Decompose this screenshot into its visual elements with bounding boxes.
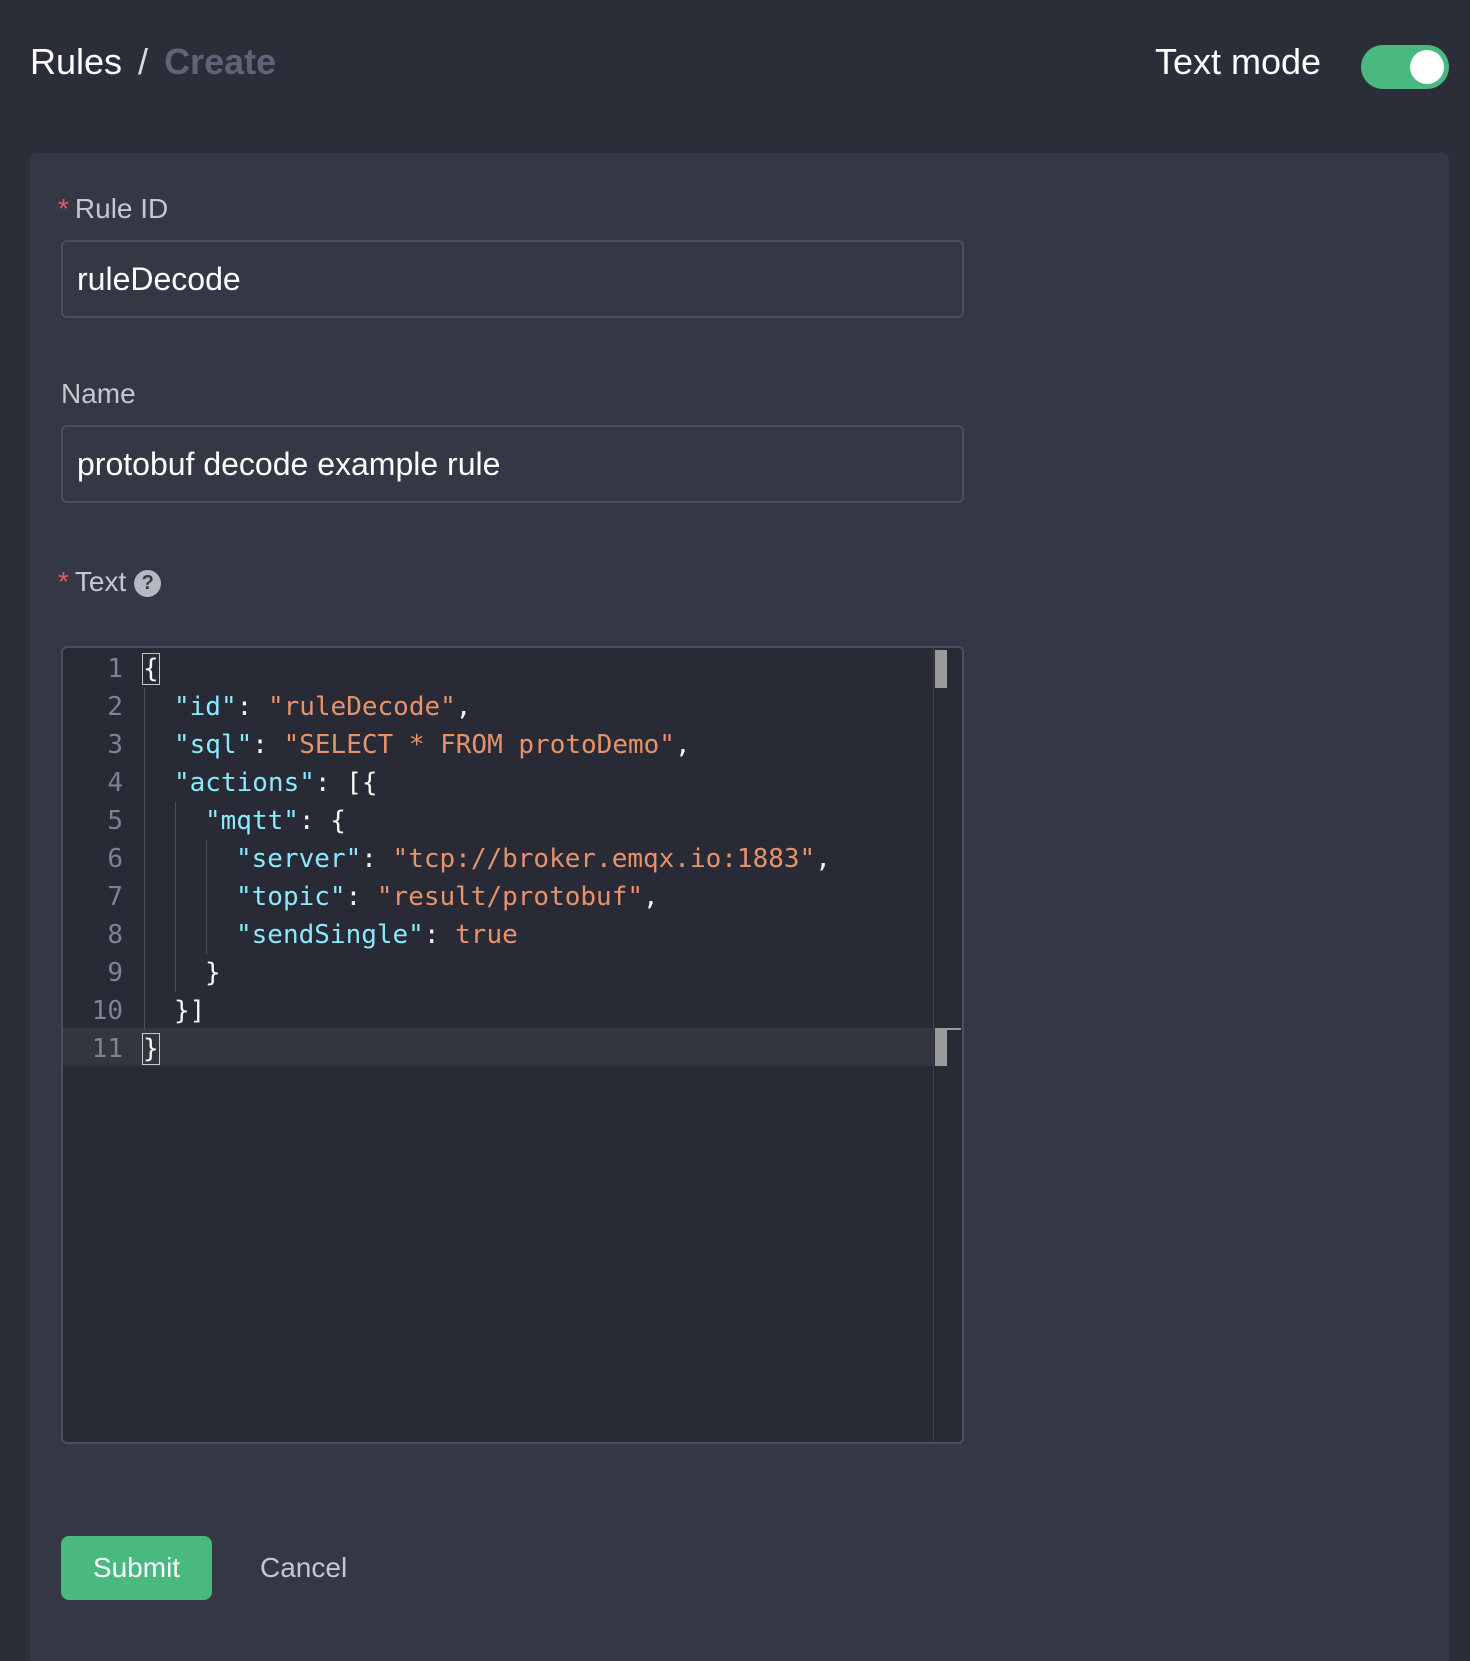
breadcrumb: Rules / Create: [30, 40, 276, 84]
code-token: "sql": "SELECT * FROM protoDemo",: [174, 730, 691, 760]
editor-scrollbar-thumb[interactable]: [935, 650, 947, 688]
code-line-7: "topic": "result/protobuf",: [236, 878, 659, 916]
code-token: {: [142, 653, 160, 685]
code-line-1: {: [142, 650, 160, 688]
code-line-5: "mqtt": {: [205, 802, 346, 840]
text-label-text: Text: [74, 566, 127, 597]
text-mode-label: Text mode: [1155, 41, 1322, 82]
line-number: 2: [107, 692, 123, 722]
rule-id-label-text: Rule ID: [74, 193, 169, 224]
code-token: }]: [174, 996, 206, 1026]
line-number: 7: [107, 882, 123, 912]
line-number: 5: [107, 806, 123, 836]
line-number-gutter: 1 2 3 4 5 6 7 8 9 10 11: [63, 648, 151, 1442]
top-bar: Rules / Create Text mode: [0, 0, 1470, 124]
line-number: 8: [107, 920, 123, 950]
code-token: "server": "tcp://broker.emqx.io:1883",: [236, 844, 831, 874]
cancel-button[interactable]: Cancel: [260, 1536, 347, 1600]
line-number: 3: [107, 730, 123, 760]
breadcrumb-rules-link[interactable]: Rules: [30, 41, 122, 82]
name-label: Name: [61, 378, 136, 409]
code-line-2: "id": "ruleDecode",: [174, 688, 471, 726]
code-line-6: "server": "tcp://broker.emqx.io:1883",: [236, 840, 831, 878]
rule-id-input[interactable]: ruleDecode: [61, 240, 964, 318]
text-mode-toggle[interactable]: [1361, 45, 1449, 89]
breadcrumb-current: Create: [164, 41, 277, 82]
line-number: 1: [107, 654, 123, 684]
overview-ruler-cursor: [935, 1028, 947, 1066]
toggle-knob: [1410, 50, 1444, 84]
line-number: 9: [107, 958, 123, 988]
breadcrumb-separator: /: [138, 41, 149, 82]
indent-guide: [175, 802, 176, 992]
submit-button[interactable]: Submit: [61, 1536, 212, 1600]
indent-guide: [206, 840, 207, 954]
code-token: "sendSingle": true: [236, 920, 518, 950]
code-line-3: "sql": "SELECT * FROM protoDemo",: [174, 726, 691, 764]
overview-ruler-tick: [935, 1028, 961, 1030]
code-line-4: "actions": [{: [174, 764, 378, 802]
rule-id-label: * Rule ID: [58, 192, 168, 226]
name-input[interactable]: protobuf decode example rule: [61, 425, 964, 503]
line-number: 6: [107, 844, 123, 874]
line-number: 4: [107, 768, 123, 798]
code-token: }: [205, 958, 221, 988]
required-asterisk: *: [58, 193, 69, 224]
line-number: 11: [91, 1034, 123, 1064]
editor-scrollbar-track[interactable]: [933, 648, 934, 1442]
active-line-highlight: [63, 1028, 933, 1066]
question-circle-icon[interactable]: ?: [134, 570, 162, 597]
code-token: "id": "ruleDecode",: [174, 692, 472, 722]
code-line-9: }: [205, 954, 221, 992]
code-token: "mqtt": {: [205, 806, 346, 836]
line-number: 10: [91, 996, 123, 1026]
code-line-11: }: [142, 1030, 160, 1068]
required-asterisk: *: [58, 566, 69, 597]
code-line-8: "sendSingle": true: [236, 916, 518, 954]
code-editor[interactable]: 1 2 3 4 5 6 7 8 9 10 11 { "id": "ruleDec…: [61, 646, 964, 1444]
rule-form-card: * Rule ID ruleDecode Name protobuf decode…: [30, 153, 1449, 1661]
code-line-10: }]: [174, 992, 205, 1030]
code-token: }: [142, 1033, 160, 1065]
text-label: * Text?: [58, 565, 162, 599]
code-token: "topic": "result/protobuf",: [236, 882, 659, 912]
code-token: "actions": [{: [174, 768, 378, 798]
indent-guide: [144, 688, 145, 1030]
